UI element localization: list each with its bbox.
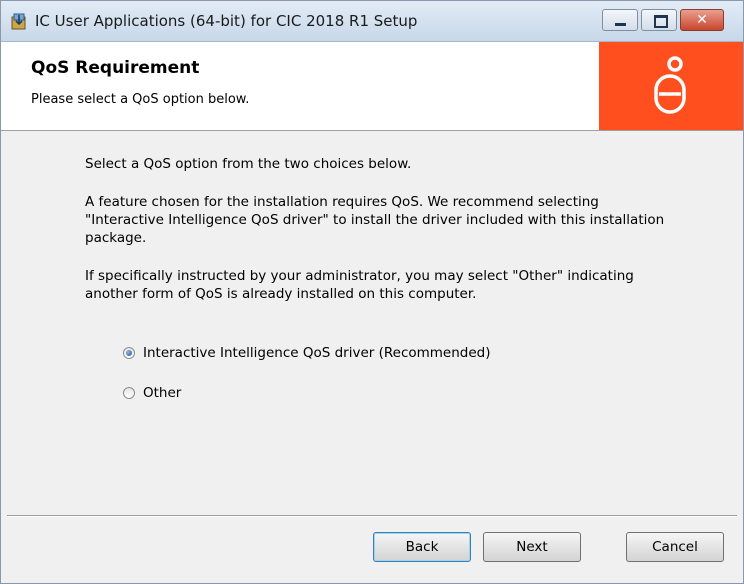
radio-button-selected[interactable] — [123, 347, 135, 359]
close-icon: ✕ — [696, 12, 708, 28]
maximize-button[interactable] — [641, 9, 677, 31]
header-banner: QoS Requirement Please select a QoS opti… — [1, 42, 743, 131]
radio-button[interactable] — [123, 387, 135, 399]
close-button[interactable]: ✕ — [680, 9, 724, 31]
other-note-text: If specifically instructed by your admin… — [85, 268, 634, 302]
cancel-button[interactable]: Cancel — [626, 532, 724, 562]
option-label: Other — [143, 385, 182, 401]
recommendation-text: A feature chosen for the installation re… — [85, 194, 665, 246]
minimize-icon — [615, 23, 626, 26]
main-content: Select a QoS option from the two choices… — [1, 131, 743, 514]
window-title: IC User Applications (64-bit) for CIC 20… — [35, 12, 418, 30]
option-other[interactable]: Other — [123, 383, 181, 403]
maximize-icon — [654, 15, 668, 28]
setup-window: IC User Applications (64-bit) for CIC 20… — [0, 0, 744, 584]
intro-text: Select a QoS option from the two choices… — [85, 156, 412, 172]
next-button[interactable]: Next — [483, 532, 581, 562]
genesys-logo-icon — [654, 56, 686, 114]
minimize-button[interactable] — [602, 9, 638, 31]
page-subtitle: Please select a QoS option below. — [31, 92, 250, 107]
option-qos-driver[interactable]: Interactive Intelligence QoS driver (Rec… — [123, 343, 491, 363]
option-label: Interactive Intelligence QoS driver (Rec… — [143, 345, 491, 361]
brand-logo — [599, 42, 743, 130]
installer-icon — [11, 13, 26, 30]
back-button[interactable]: Back — [373, 532, 471, 562]
title-bar[interactable]: IC User Applications (64-bit) for CIC 20… — [1, 1, 743, 42]
footer-divider — [7, 515, 737, 517]
page-title: QoS Requirement — [31, 58, 200, 78]
